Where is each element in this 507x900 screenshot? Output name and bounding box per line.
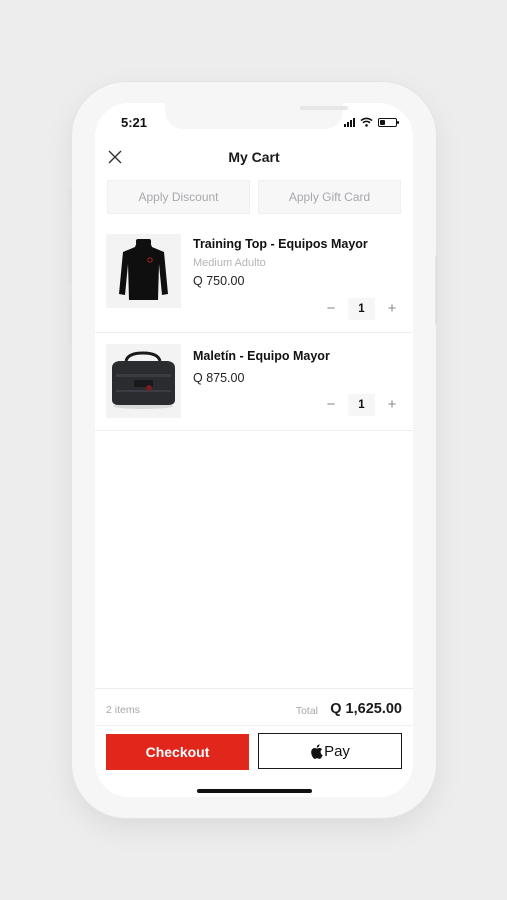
item-price: Q 750.00 — [193, 274, 245, 288]
cart-actions: Apply Discount Apply Gift Card — [107, 180, 401, 214]
power-button — [435, 255, 438, 325]
quantity-stepper: − 1 + — [324, 298, 399, 320]
shirt-image — [106, 234, 181, 308]
mute-switch — [69, 188, 72, 214]
total-label: Total — [295, 705, 318, 717]
checkout-button[interactable]: Checkout — [106, 734, 249, 770]
quantity-value: 1 — [348, 394, 375, 416]
status-time: 5:21 — [121, 115, 148, 130]
cart-summary: 2 items Total Q 1,625.00 — [106, 700, 402, 720]
cart-item: Maletín - Equipo Mayor Q 875.00 − 1 + — [95, 335, 413, 431]
battery-icon — [378, 117, 399, 127]
total-value: Q 1,625.00 — [330, 701, 402, 717]
wifi-icon — [360, 117, 373, 127]
nav-bar: My Cart — [95, 143, 413, 171]
quantity-stepper: − 1 + — [324, 394, 399, 416]
decrease-quantity-button[interactable]: − — [324, 301, 338, 316]
item-name[interactable]: Maletín - Equipo Mayor — [193, 349, 330, 363]
item-price: Q 875.00 — [193, 371, 245, 385]
increase-quantity-button[interactable]: + — [385, 301, 399, 316]
notch — [165, 103, 348, 129]
page-title: My Cart — [228, 149, 280, 165]
status-icons — [344, 117, 399, 127]
volume-down-button — [69, 298, 72, 344]
cart-item: Training Top - Equipos Mayor Medium Adul… — [95, 225, 413, 333]
decrease-quantity-button[interactable]: − — [324, 397, 338, 412]
item-variant: Medium Adulto — [193, 257, 266, 269]
quantity-value: 1 — [348, 298, 375, 320]
apply-discount-button[interactable]: Apply Discount — [107, 180, 250, 214]
product-image-bag[interactable] — [106, 344, 181, 418]
volume-up-button — [69, 238, 72, 284]
divider — [95, 725, 413, 726]
item-count: 2 items — [106, 704, 140, 716]
item-name[interactable]: Training Top - Equipos Mayor — [193, 237, 368, 251]
home-indicator[interactable] — [197, 789, 312, 793]
bag-image — [106, 344, 181, 418]
apply-gift-card-button[interactable]: Apply Gift Card — [258, 180, 401, 214]
apple-pay-button[interactable]: Pay — [258, 733, 402, 769]
cellular-signal-icon — [344, 117, 355, 127]
product-image-shirt[interactable] — [106, 234, 181, 308]
apple-pay-label: Pay — [324, 742, 350, 760]
apple-icon — [311, 743, 323, 759]
increase-quantity-button[interactable]: + — [385, 397, 399, 412]
speaker — [300, 106, 348, 110]
checkout-footer: 2 items Total Q 1,625.00 Checkout Pay — [95, 688, 413, 797]
screen: 5:21 My Cart Apply Discount Apply Gift C… — [95, 103, 413, 797]
